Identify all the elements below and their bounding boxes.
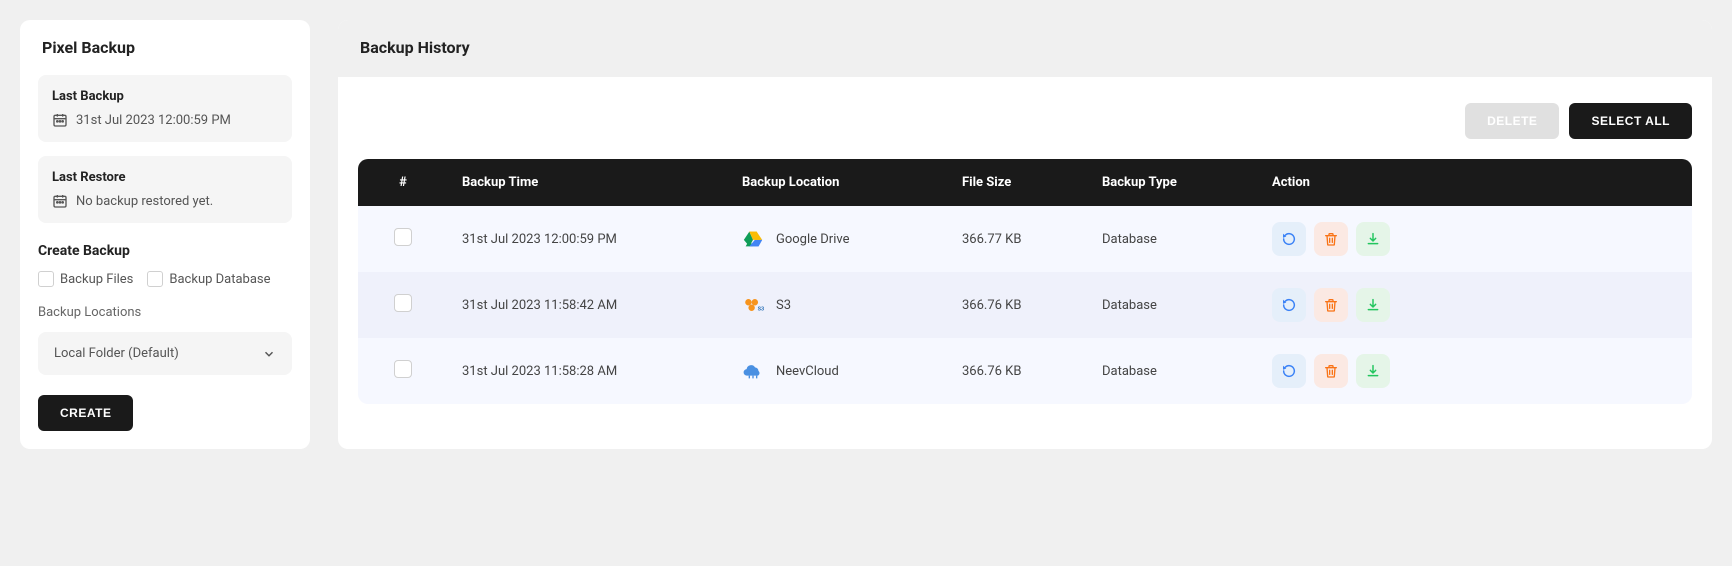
s3-icon [742,294,764,316]
main-panel: Backup History DELETE SELECT ALL # Backu… [338,20,1712,449]
header-size: File Size [948,159,1088,206]
backup-location-select[interactable]: Local Folder (Default) [38,332,292,375]
backup-files-label: Backup Files [60,272,133,287]
sidebar: Pixel Backup Last Backup 31st Jul 2023 1… [20,20,310,449]
neevcloud-icon [742,360,764,382]
delete-row-button[interactable] [1314,354,1348,388]
trash-icon [1323,297,1339,313]
download-icon [1365,363,1381,379]
row-location: S3 [776,298,791,313]
download-button[interactable] [1356,288,1390,322]
last-restore-value: No backup restored yet. [76,194,213,209]
delete-row-button[interactable] [1314,288,1348,322]
create-backup-title: Create Backup [38,243,292,259]
toolbar: DELETE SELECT ALL [338,77,1712,159]
row-type: Database [1088,272,1258,338]
last-restore-box: Last Restore No backup restored yet. [38,156,292,223]
header-location: Backup Location [728,159,948,206]
gdrive-icon [742,228,764,250]
last-backup-value: 31st Jul 2023 12:00:59 PM [76,113,231,128]
row-location: NeevCloud [776,364,839,379]
delete-row-button[interactable] [1314,222,1348,256]
backup-location-value: Local Folder (Default) [54,346,179,361]
table-row: 31st Jul 2023 11:58:42 AM S3 366.76 KB D… [358,272,1692,338]
table-row: 31st Jul 2023 12:00:59 PM Google Drive 3… [358,206,1692,272]
row-type: Database [1088,338,1258,404]
calendar-icon [52,193,68,209]
restore-button[interactable] [1272,288,1306,322]
restore-button[interactable] [1272,222,1306,256]
header-num: # [358,159,448,206]
row-size: 366.76 KB [948,272,1088,338]
create-button[interactable]: CREATE [38,395,133,431]
create-backup-section: Create Backup Backup Files Backup Databa… [38,243,292,431]
row-size: 366.77 KB [948,206,1088,272]
backup-locations-label: Backup Locations [38,305,292,320]
main-title: Backup History [360,38,1690,57]
header-type: Backup Type [1088,159,1258,206]
last-restore-label: Last Restore [52,170,278,185]
row-checkbox[interactable] [394,228,412,246]
download-button[interactable] [1356,222,1390,256]
restore-icon [1281,363,1297,379]
download-icon [1365,231,1381,247]
header-time: Backup Time [448,159,728,206]
restore-icon [1281,231,1297,247]
header-action: Action [1258,159,1692,206]
main-header: Backup History [338,20,1712,77]
backup-database-label: Backup Database [169,272,270,287]
download-button[interactable] [1356,354,1390,388]
row-time: 31st Jul 2023 11:58:28 AM [448,338,728,404]
row-location: Google Drive [776,232,849,247]
chevron-down-icon [262,347,276,361]
backup-history-table: # Backup Time Backup Location File Size … [358,159,1692,404]
row-time: 31st Jul 2023 12:00:59 PM [448,206,728,272]
calendar-icon [52,112,68,128]
table-row: 31st Jul 2023 11:58:28 AM NeevCloud 366.… [358,338,1692,404]
row-checkbox[interactable] [394,360,412,378]
row-checkbox[interactable] [394,294,412,312]
trash-icon [1323,363,1339,379]
sidebar-title: Pixel Backup [38,38,292,57]
backup-database-checkbox[interactable] [147,271,163,287]
last-backup-label: Last Backup [52,89,278,104]
download-icon [1365,297,1381,313]
trash-icon [1323,231,1339,247]
restore-icon [1281,297,1297,313]
last-backup-box: Last Backup 31st Jul 2023 12:00:59 PM [38,75,292,142]
select-all-button[interactable]: SELECT ALL [1569,103,1692,139]
backup-files-checkbox[interactable] [38,271,54,287]
restore-button[interactable] [1272,354,1306,388]
row-type: Database [1088,206,1258,272]
row-time: 31st Jul 2023 11:58:42 AM [448,272,728,338]
delete-button[interactable]: DELETE [1465,103,1559,139]
row-size: 366.76 KB [948,338,1088,404]
